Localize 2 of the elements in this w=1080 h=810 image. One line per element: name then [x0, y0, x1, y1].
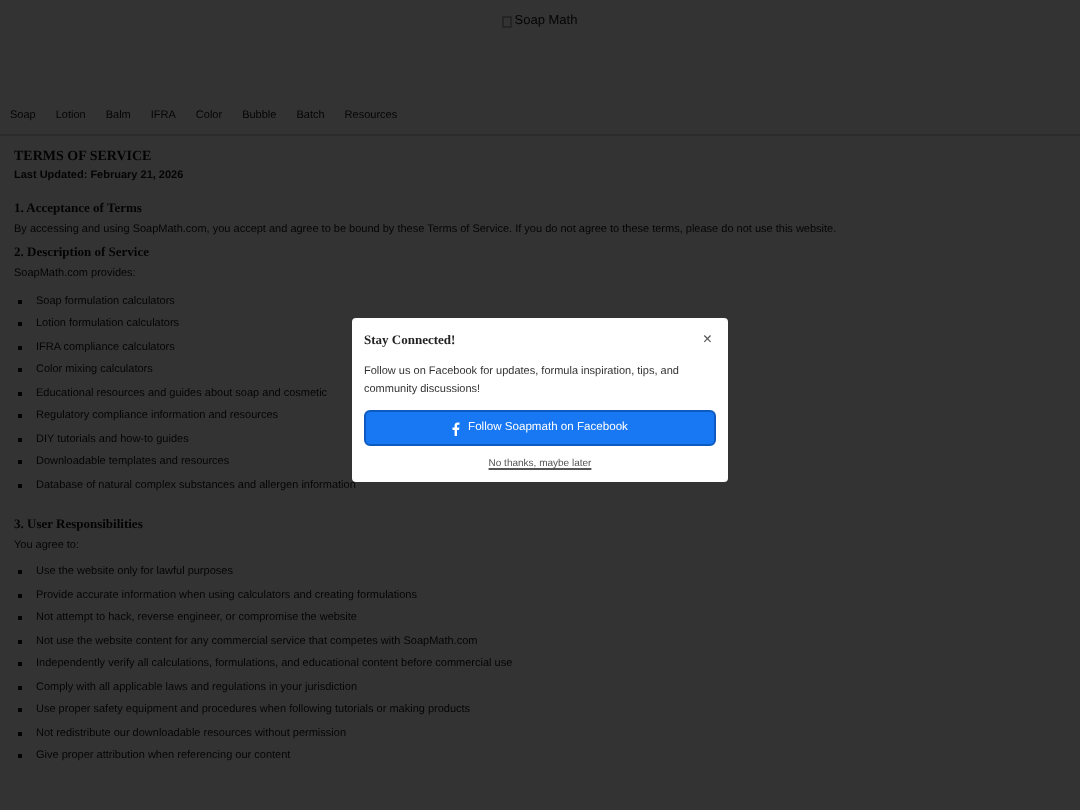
close-button[interactable]: × — [698, 332, 716, 348]
facebook-icon — [452, 421, 461, 435]
